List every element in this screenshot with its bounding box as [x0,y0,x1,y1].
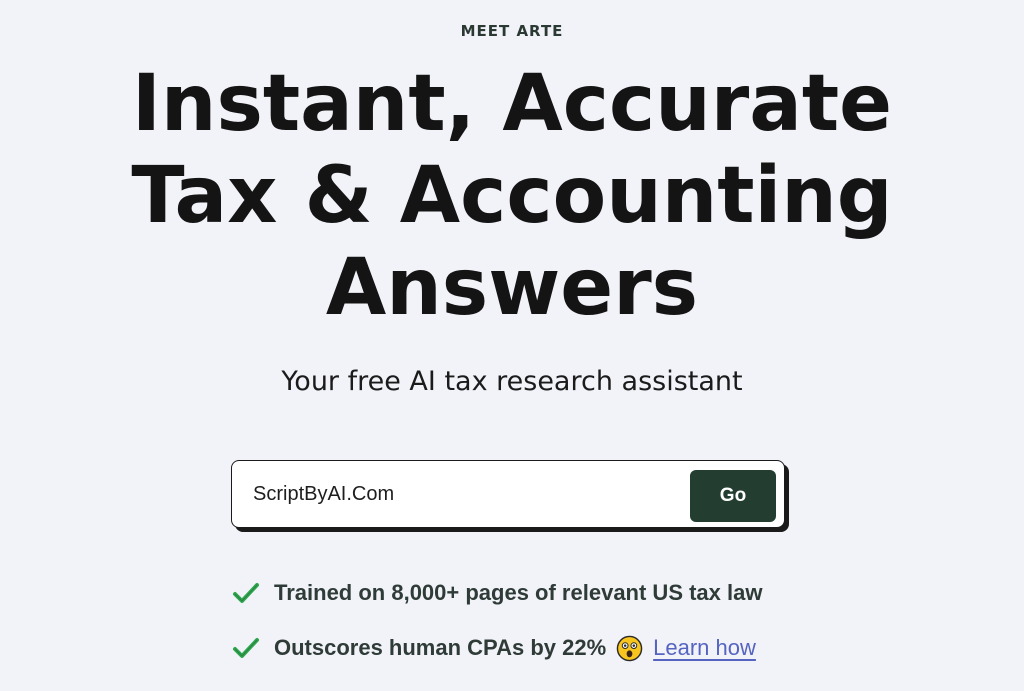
astonished-face-icon [616,635,643,661]
feature-text: Outscores human CPAs by 22% [274,635,607,660]
eyebrow-label: MEET ARTE [460,22,564,40]
feature-item: Outscores human CPAs by 22% Learn how [232,629,762,667]
headline-line-3: Answers [325,243,699,333]
feature-text: Trained on 8,000+ pages of relevant US t… [274,580,763,605]
learn-how-link[interactable]: Learn how [653,635,756,661]
headline-line-1: Instant, Accurate [131,59,893,149]
feature-list: Trained on 8,000+ pages of relevant US t… [232,574,762,684]
hero-headline: Instant, Accurate Tax & Accounting Answe… [0,58,1024,334]
go-button[interactable]: Go [690,470,776,522]
feature-item: Trained on 8,000+ pages of relevant US t… [232,574,762,612]
check-icon [233,583,259,603]
check-icon [233,638,259,658]
question-form: Go [231,460,785,528]
question-input[interactable] [253,477,683,511]
hero-subtitle: Your free AI tax research assistant [281,366,743,397]
headline-line-2: Tax & Accounting [131,151,893,241]
